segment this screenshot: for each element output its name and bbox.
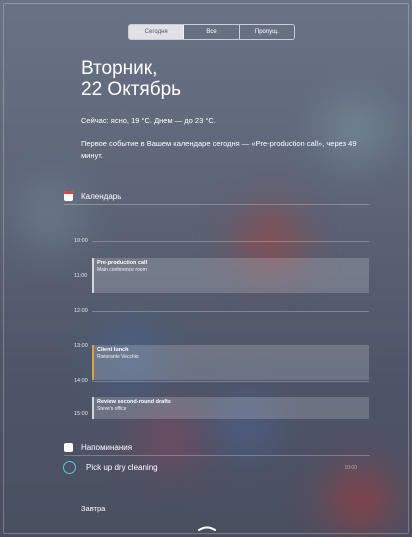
weather-summary: Сейчас: ясно, 19 °C. Днем — до 23 °C. xyxy=(81,116,216,125)
event-location: Steve's office xyxy=(97,406,127,412)
hour-label: 15:00 xyxy=(74,411,88,417)
event-title: Review second-round drafts xyxy=(97,399,171,405)
calendar-event[interactable]: Review second-round drafts Steve's offic… xyxy=(92,397,369,419)
event-title: Pre-production call xyxy=(97,260,148,266)
hour-label: 10:00 xyxy=(74,238,88,244)
first-event-summary: Первое событие в Вашем календаре сегодня… xyxy=(81,139,357,160)
hour-line xyxy=(92,241,369,242)
reminder-item[interactable]: Pick up dry cleaning 10:00 xyxy=(63,461,369,474)
hour-line xyxy=(92,311,369,312)
tab-all[interactable]: Все xyxy=(184,25,240,39)
date-label: 22 Октябрь xyxy=(81,79,182,100)
reminders-icon xyxy=(64,443,73,452)
event-location: Ristorante Vecchio xyxy=(97,354,139,360)
tomorrow-section[interactable]: Завтра xyxy=(81,504,105,513)
chevron-handle-icon[interactable] xyxy=(197,525,217,531)
tab-today[interactable]: Сегодня xyxy=(129,25,185,39)
hour-line xyxy=(92,381,369,382)
notification-tabs: Сегодня Все Пропущ. xyxy=(128,24,295,40)
calendar-icon xyxy=(64,191,73,201)
today-date: Вторник, 22 Октябрь xyxy=(81,58,181,100)
weekday-label: Вторник, xyxy=(81,58,158,79)
reminder-text: Pick up dry cleaning xyxy=(86,463,158,472)
hour-label: 12:00 xyxy=(74,308,88,314)
calendar-section-title: Календарь xyxy=(81,191,122,201)
reminders-section-title: Напоминания xyxy=(81,443,133,452)
calendar-section-header[interactable]: Календарь xyxy=(64,191,370,205)
event-location: Main conference room xyxy=(97,267,147,273)
hour-label: 13:00 xyxy=(74,343,88,349)
event-title: Client lunch xyxy=(97,347,129,353)
calendar-event[interactable]: Client lunch Ristorante Vecchio xyxy=(92,345,369,380)
reminder-checkbox[interactable] xyxy=(63,461,76,474)
hour-label: 14:00 xyxy=(74,378,88,384)
hour-label: 11:00 xyxy=(74,273,88,279)
tab-missed[interactable]: Пропущ. xyxy=(240,25,294,39)
calendar-event[interactable]: Pre-production call Main conference room xyxy=(92,258,369,293)
reminder-time: 10:00 xyxy=(344,464,357,471)
reminders-section-header[interactable]: Напоминания xyxy=(64,443,370,456)
